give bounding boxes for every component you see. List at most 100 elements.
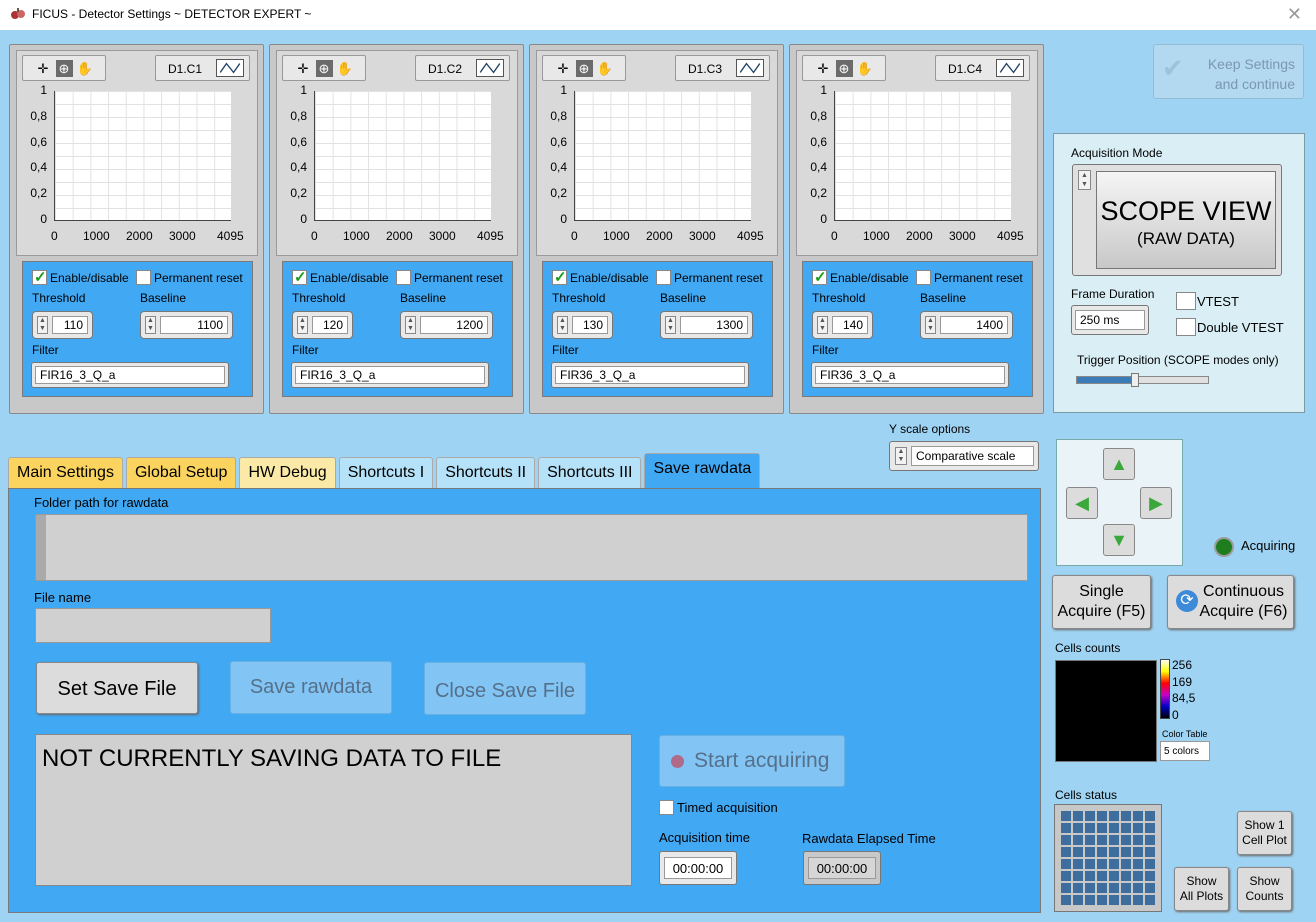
baseline-field[interactable]: 1200: [420, 316, 488, 334]
permanent-reset-checkbox[interactable]: [916, 270, 931, 285]
tab-hw-debug[interactable]: HW Debug: [239, 457, 336, 488]
file-name-field[interactable]: [35, 608, 271, 643]
threshold-spinner[interactable]: ▲ ▼: [557, 316, 568, 334]
pan-hand-icon[interactable]: ✋: [597, 60, 614, 77]
enable-checkbox[interactable]: [32, 268, 47, 286]
filter-control[interactable]: FIR16_3_Q_a: [31, 362, 229, 388]
color-table-field[interactable]: 5 colors: [1160, 741, 1210, 761]
permanent-reset-checkbox[interactable]: [656, 270, 671, 285]
tab-shortcuts-1[interactable]: Shortcuts I: [338, 457, 434, 488]
tab-shortcuts-2[interactable]: Shortcuts II: [436, 457, 536, 488]
pan-hand-icon[interactable]: ✋: [77, 60, 94, 77]
trigger-position-slider[interactable]: [1076, 373, 1209, 387]
tab-main-settings[interactable]: Main Settings: [8, 457, 123, 488]
baseline-control[interactable]: ▲ ▼ 1400: [920, 311, 1013, 339]
cursor-tool-icon[interactable]: ✛: [35, 60, 52, 77]
mode-spinner[interactable]: ▲ ▼: [1078, 170, 1091, 190]
filter-field[interactable]: FIR36_3_Q_a: [815, 366, 1005, 384]
baseline-spinner[interactable]: ▲ ▼: [665, 316, 676, 334]
show-all-plots-button[interactable]: Show All Plots: [1174, 867, 1229, 911]
baseline-spinner[interactable]: ▲ ▼: [925, 316, 936, 334]
double-vtest-checkbox[interactable]: [1176, 318, 1196, 336]
filter-control[interactable]: FIR16_3_Q_a: [291, 362, 489, 388]
threshold-spinner[interactable]: ▲ ▼: [817, 316, 828, 334]
vtest-checkbox[interactable]: [1176, 292, 1196, 310]
arrow-left-icon[interactable]: ◀: [1066, 487, 1098, 519]
acquisition-mode-selector[interactable]: ▲ ▼ SCOPE VIEW (RAW DATA): [1072, 164, 1282, 276]
y-scale-selector[interactable]: ▲ ▼ Comparative scale: [889, 441, 1039, 471]
save-rawdata-button[interactable]: Save rawdata: [230, 661, 392, 714]
baseline-control[interactable]: ▲ ▼ 1100: [140, 311, 233, 339]
zoom-tool-icon[interactable]: ⊕: [575, 59, 593, 77]
tab-shortcuts-3[interactable]: Shortcuts III: [538, 457, 642, 488]
zoom-tool-icon[interactable]: ⊕: [315, 59, 333, 77]
keep-settings-button[interactable]: ✔ Keep Settings and continue: [1153, 44, 1304, 99]
threshold-field[interactable]: 130: [572, 316, 608, 334]
acquisition-time-control[interactable]: 00:00:00: [659, 851, 737, 885]
continuous-acquire-button[interactable]: ⟳ Continuous Acquire (F6): [1167, 575, 1294, 629]
enable-checkbox[interactable]: [552, 268, 567, 286]
filter-field[interactable]: FIR16_3_Q_a: [35, 366, 225, 384]
threshold-control[interactable]: ▲ ▼ 110: [32, 311, 93, 339]
baseline-spinner[interactable]: ▲ ▼: [145, 316, 156, 334]
scope-view-button[interactable]: SCOPE VIEW (RAW DATA): [1096, 171, 1276, 269]
plot-area[interactable]: [54, 91, 231, 221]
y-scale-spinner[interactable]: ▲ ▼: [895, 447, 907, 465]
frame-duration-control[interactable]: 250 ms: [1071, 305, 1149, 335]
timed-acquisition-checkbox[interactable]: [659, 800, 674, 815]
threshold-spinner[interactable]: ▲ ▼: [37, 316, 48, 334]
arrow-up-icon[interactable]: ▲: [1103, 448, 1135, 480]
threshold-control[interactable]: ▲ ▼ 140: [812, 311, 873, 339]
cursor-tool-icon[interactable]: ✛: [295, 60, 312, 77]
plot-area[interactable]: [574, 91, 751, 221]
line-plot-icon[interactable]: [736, 59, 764, 77]
close-save-file-button[interactable]: Close Save File: [424, 662, 586, 715]
cursor-tool-icon[interactable]: ✛: [815, 60, 832, 77]
folder-path-field[interactable]: [35, 514, 1028, 581]
enable-checkbox[interactable]: [812, 268, 827, 286]
zoom-tool-icon[interactable]: ⊕: [835, 59, 853, 77]
baseline-field[interactable]: 1100: [160, 316, 228, 334]
threshold-field[interactable]: 140: [832, 316, 868, 334]
threshold-field[interactable]: 120: [312, 316, 348, 334]
threshold-field[interactable]: 110: [52, 316, 88, 334]
threshold-spinner[interactable]: ▲ ▼: [297, 316, 308, 334]
show-1-cell-plot-button[interactable]: Show 1 Cell Plot: [1237, 811, 1292, 855]
plot-area[interactable]: [314, 91, 491, 221]
show-counts-button[interactable]: Show Counts: [1237, 867, 1292, 911]
filter-field[interactable]: FIR36_3_Q_a: [555, 366, 745, 384]
baseline-control[interactable]: ▲ ▼ 1200: [400, 311, 493, 339]
baseline-spinner[interactable]: ▲ ▼: [405, 316, 416, 334]
tab-global-setup[interactable]: Global Setup: [125, 457, 237, 488]
acquisition-time-field[interactable]: 00:00:00: [664, 857, 732, 879]
set-save-file-button[interactable]: Set Save File: [36, 662, 198, 714]
frame-duration-field[interactable]: 250 ms: [1075, 310, 1145, 330]
permanent-reset-checkbox[interactable]: [136, 270, 151, 285]
filter-control[interactable]: FIR36_3_Q_a: [811, 362, 1009, 388]
tab-save-rawdata[interactable]: Save rawdata: [644, 453, 761, 488]
filter-field[interactable]: FIR16_3_Q_a: [295, 366, 485, 384]
trigger-slider-thumb[interactable]: [1130, 373, 1139, 387]
single-acquire-button[interactable]: Single Acquire (F5): [1052, 575, 1151, 629]
permanent-reset-checkbox[interactable]: [396, 270, 411, 285]
close-icon[interactable]: ✕: [1287, 4, 1302, 25]
pan-hand-icon[interactable]: ✋: [857, 60, 874, 77]
plot-area[interactable]: [834, 91, 1011, 221]
line-plot-icon[interactable]: [476, 59, 504, 77]
line-plot-icon[interactable]: [216, 59, 244, 77]
arrow-down-icon[interactable]: ▼: [1103, 524, 1135, 556]
filter-control[interactable]: FIR36_3_Q_a: [551, 362, 749, 388]
zoom-tool-icon[interactable]: ⊕: [55, 59, 73, 77]
start-acquiring-button[interactable]: Start acquiring: [659, 735, 845, 787]
threshold-control[interactable]: ▲ ▼ 130: [552, 311, 613, 339]
folder-browse-handle[interactable]: [36, 515, 46, 580]
baseline-control[interactable]: ▲ ▼ 1300: [660, 311, 753, 339]
enable-checkbox[interactable]: [292, 268, 307, 286]
pan-hand-icon[interactable]: ✋: [337, 60, 354, 77]
threshold-control[interactable]: ▲ ▼ 120: [292, 311, 353, 339]
line-plot-icon[interactable]: [996, 59, 1024, 77]
cursor-tool-icon[interactable]: ✛: [555, 60, 572, 77]
arrow-right-icon[interactable]: ▶: [1140, 487, 1172, 519]
baseline-field[interactable]: 1300: [680, 316, 748, 334]
baseline-field[interactable]: 1400: [940, 316, 1008, 334]
